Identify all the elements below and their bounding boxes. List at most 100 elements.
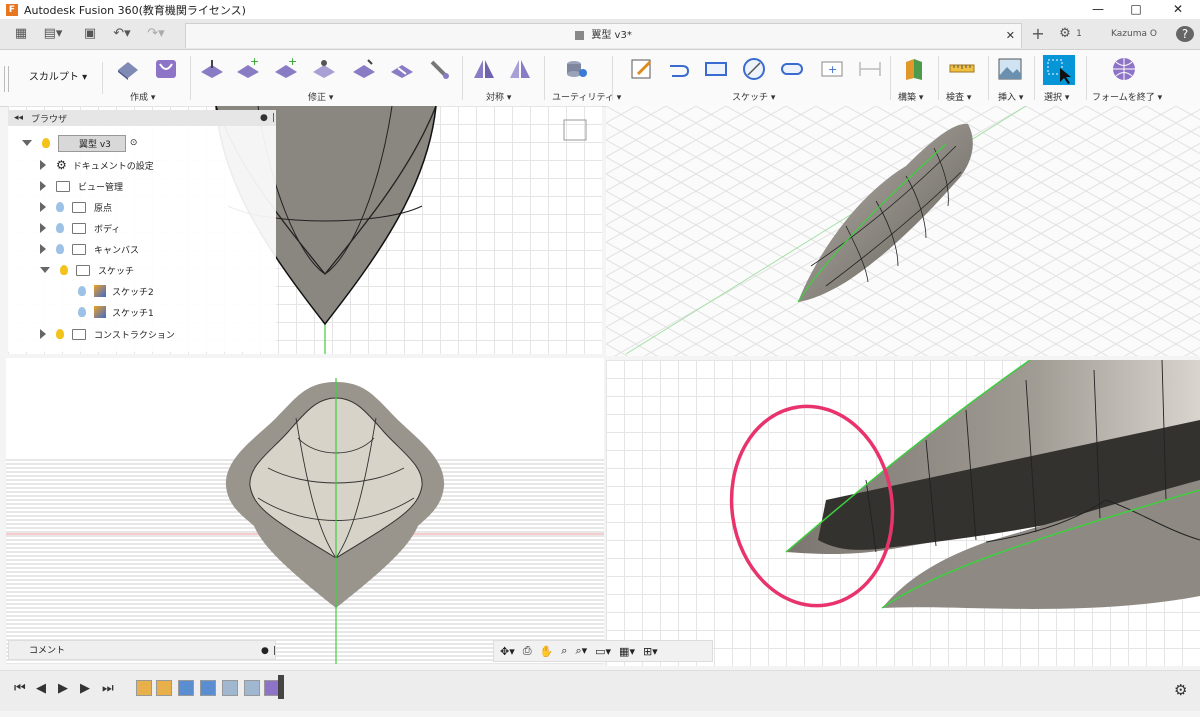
- visibility-bulb-icon[interactable]: [78, 307, 86, 317]
- finish-form-icon[interactable]: [1110, 56, 1138, 82]
- close-window-button[interactable]: ✕: [1158, 0, 1198, 19]
- panel-options-icon[interactable]: |: [272, 113, 275, 123]
- line-icon[interactable]: [664, 56, 692, 82]
- data-panel-icon[interactable]: ▦: [10, 25, 32, 43]
- step-back-icon[interactable]: ◀: [36, 681, 46, 696]
- weld-vertices-icon[interactable]: [426, 56, 454, 82]
- timeline-settings-gear-icon[interactable]: ⚙: [1174, 681, 1187, 699]
- fit-icon[interactable]: ⌕▾: [575, 644, 587, 658]
- expand-icon[interactable]: [40, 244, 46, 254]
- select-tool-icon[interactable]: [1042, 54, 1076, 86]
- edit-form-icon[interactable]: [198, 56, 226, 82]
- tree-item-sketch2[interactable]: スケッチ2: [78, 282, 154, 300]
- group-inspect-label[interactable]: 検査 ▾: [946, 90, 971, 103]
- comments-options-icon[interactable]: |: [273, 641, 276, 661]
- mirror-duplicate-icon[interactable]: [506, 56, 534, 82]
- redo-icon[interactable]: ↷▾: [144, 25, 168, 43]
- expand-icon[interactable]: [40, 181, 46, 191]
- utility-icon[interactable]: [562, 56, 590, 82]
- play-icon[interactable]: ▶: [58, 681, 68, 696]
- insert-edge-icon[interactable]: +: [234, 56, 262, 82]
- go-to-end-icon[interactable]: ⏭: [102, 681, 114, 696]
- timeline-feature-icon[interactable]: [200, 680, 216, 696]
- viewports-icon[interactable]: ⊞▾: [643, 645, 658, 658]
- tree-item-sketch1[interactable]: スケッチ1: [78, 303, 154, 321]
- expand-icon[interactable]: [22, 140, 32, 146]
- group-create-label[interactable]: 作成 ▾: [130, 90, 155, 103]
- offset-plane-icon[interactable]: [900, 56, 928, 82]
- timeline-feature-icon[interactable]: [222, 680, 238, 696]
- zoom-icon[interactable]: ⌕: [561, 644, 567, 658]
- subdivide-icon[interactable]: [310, 56, 338, 82]
- viewport-bottom-left[interactable]: [6, 358, 604, 664]
- timeline-feature-icon[interactable]: [178, 680, 194, 696]
- expand-icon[interactable]: [40, 202, 46, 212]
- step-forward-icon[interactable]: ▶: [80, 681, 90, 696]
- circle-icon[interactable]: [740, 56, 768, 82]
- expand-icon[interactable]: [40, 223, 46, 233]
- file-menu-icon[interactable]: ▤▾: [40, 25, 66, 43]
- tree-item-sketches[interactable]: スケッチ: [40, 261, 134, 279]
- viewport-bottom-right[interactable]: [606, 360, 1200, 666]
- visibility-bulb-icon[interactable]: [42, 138, 50, 148]
- expand-icon[interactable]: [40, 160, 46, 170]
- timeline-feature-icon[interactable]: [156, 680, 172, 696]
- visibility-bulb-icon[interactable]: [60, 265, 68, 275]
- group-modify-label[interactable]: 修正 ▾: [308, 90, 333, 103]
- group-insert-label[interactable]: 挿入 ▾: [998, 90, 1023, 103]
- tree-root[interactable]: 翼型 v3 ⊙: [22, 134, 137, 152]
- ribbon-grip[interactable]: [4, 66, 9, 92]
- browser-header[interactable]: ◂◂ ブラウザ ● |: [8, 110, 276, 126]
- insert-image-icon[interactable]: [996, 56, 1024, 82]
- visibility-bulb-icon[interactable]: [56, 329, 64, 339]
- grid-settings-icon[interactable]: ▦▾: [619, 645, 635, 658]
- create-form-icon[interactable]: [152, 56, 180, 82]
- tree-item-origin[interactable]: 原点: [40, 198, 112, 216]
- close-tab-icon[interactable]: ✕: [1006, 24, 1015, 48]
- visibility-bulb-icon[interactable]: [56, 244, 64, 254]
- activate-radio-icon[interactable]: ⊙: [130, 138, 138, 148]
- rectangle-icon[interactable]: [702, 56, 730, 82]
- merge-edge-icon[interactable]: [350, 56, 378, 82]
- comments-panel[interactable]: コメント ● |: [8, 640, 276, 660]
- bridge-icon[interactable]: [388, 56, 416, 82]
- mirror-internal-icon[interactable]: [470, 56, 498, 82]
- save-icon[interactable]: ▣: [80, 25, 100, 43]
- tree-item-bodies[interactable]: ボディ: [40, 219, 120, 237]
- go-to-start-icon[interactable]: ⏮: [14, 681, 26, 696]
- workspace-selector[interactable]: スカルプト ▾: [14, 62, 103, 94]
- group-finish-form-label[interactable]: フォームを終了 ▾: [1092, 90, 1162, 103]
- finish-sketch-icon[interactable]: [856, 56, 884, 82]
- tree-item-construction[interactable]: コンストラクション: [40, 325, 175, 343]
- slot-icon[interactable]: [778, 56, 806, 82]
- timeline-marker[interactable]: [278, 675, 284, 699]
- visibility-bulb-icon[interactable]: [78, 286, 86, 296]
- tree-item-canvases[interactable]: キャンバス: [40, 240, 139, 258]
- maximize-button[interactable]: □: [1116, 0, 1156, 19]
- visibility-bulb-icon[interactable]: [56, 202, 64, 212]
- look-at-icon[interactable]: ⎙: [523, 644, 532, 658]
- comments-pin-icon[interactable]: ●: [261, 641, 269, 661]
- expand-icon[interactable]: [40, 329, 46, 339]
- orbit-icon[interactable]: ✥▾: [500, 645, 515, 658]
- panel-pin-icon[interactable]: ●: [260, 113, 268, 123]
- visibility-bulb-icon[interactable]: [56, 223, 64, 233]
- viewport-top-right[interactable]: [606, 106, 1200, 356]
- measure-icon[interactable]: [948, 56, 976, 82]
- pan-hand-icon[interactable]: ✋: [540, 645, 554, 658]
- tree-item-document-settings[interactable]: ⚙ ドキュメントの設定: [40, 156, 154, 174]
- timeline-feature-icon[interactable]: [244, 680, 260, 696]
- group-select-label[interactable]: 選択 ▾: [1044, 90, 1069, 103]
- group-sketch-label[interactable]: スケッチ ▾: [732, 90, 775, 103]
- display-settings-icon[interactable]: ▭▾: [595, 645, 611, 658]
- group-construct-label[interactable]: 構築 ▾: [898, 90, 923, 103]
- undo-icon[interactable]: ↶▾: [110, 25, 134, 43]
- document-tab[interactable]: 翼型 v3* ✕: [185, 23, 1022, 48]
- minimize-button[interactable]: —: [1078, 0, 1118, 19]
- new-tab-icon[interactable]: +: [1028, 25, 1048, 43]
- group-symmetry-label[interactable]: 対称 ▾: [486, 90, 511, 103]
- help-icon[interactable]: ?: [1176, 26, 1194, 42]
- user-account[interactable]: Kazuma O: [1104, 25, 1164, 43]
- group-utility-label[interactable]: ユーティリティ ▾: [552, 90, 621, 103]
- jobs-status-icon[interactable]: ⚙: [1058, 25, 1072, 43]
